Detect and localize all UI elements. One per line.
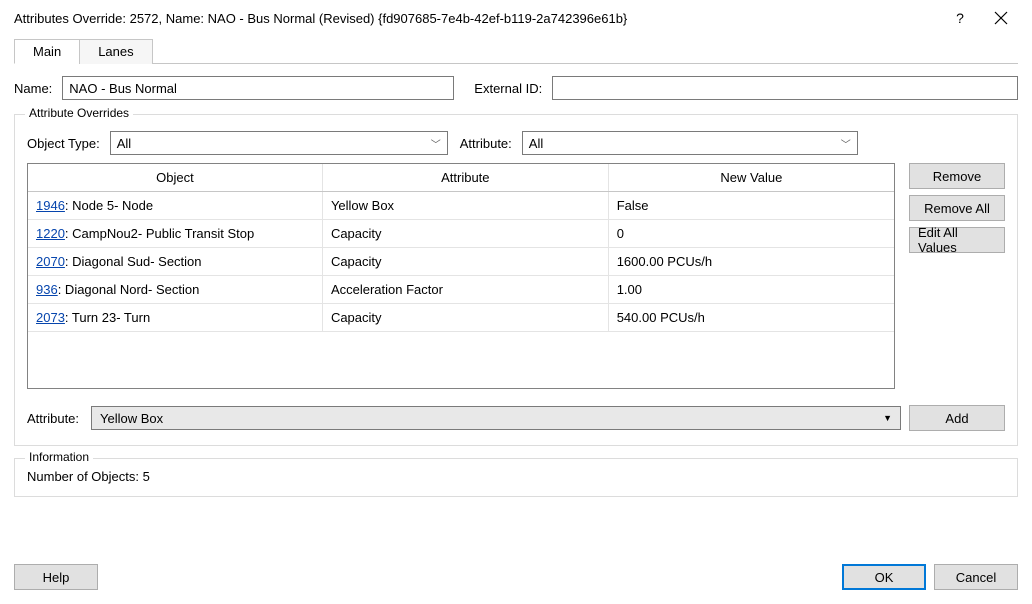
ok-button[interactable]: OK [842,564,926,590]
attribute-select-label: Attribute: [27,411,79,426]
attribute-select-value: Yellow Box [100,411,163,426]
number-of-objects: Number of Objects: 5 [27,469,1005,484]
object-type-value: All [117,136,131,151]
object-id-link[interactable]: 1946 [36,198,65,213]
table-row[interactable]: 1946: Node 5- NodeYellow BoxFalse [28,192,894,220]
cell-new-value: 1600.00 PCUs/h [608,248,894,276]
cell-attribute: Capacity [322,304,608,332]
cell-object: 2070: Diagonal Sud- Section [28,248,322,276]
cell-attribute: Capacity [322,248,608,276]
attribute-select-row: Attribute: Yellow Box ▼ Add [27,405,1005,431]
cell-object: 1220: CampNou2- Public Transit Stop [28,220,322,248]
table-row[interactable]: 936: Diagonal Nord- SectionAcceleration … [28,276,894,304]
object-id-link[interactable]: 1220 [36,226,65,241]
table-region: Object Attribute New Value 1946: Node 5-… [27,163,1005,389]
cell-attribute: Acceleration Factor [322,276,608,304]
table-row[interactable]: 1220: CampNou2- Public Transit StopCapac… [28,220,894,248]
attribute-overrides-legend: Attribute Overrides [25,106,133,120]
chevron-down-icon: ﹀ [841,136,851,151]
window-title: Attributes Override: 2572, Name: NAO - B… [14,11,950,26]
help-button[interactable]: Help [14,564,98,590]
cell-attribute: Capacity [322,220,608,248]
object-id-link[interactable]: 2073 [36,310,65,325]
attribute-filter-value: All [529,136,543,151]
remove-button[interactable]: Remove [909,163,1005,189]
object-id-link[interactable]: 936 [36,282,58,297]
cell-object: 1946: Node 5- Node [28,192,322,220]
object-desc: : Diagonal Nord- Section [58,282,200,297]
footer: Help OK Cancel [0,550,1032,604]
cell-new-value: 540.00 PCUs/h [608,304,894,332]
object-type-combo[interactable]: All ﹀ [110,131,448,155]
object-id-link[interactable]: 2070 [36,254,65,269]
remove-all-button[interactable]: Remove All [909,195,1005,221]
title-controls: ? [950,10,1018,26]
information-group: Information Number of Objects: 5 [14,458,1018,497]
attribute-filter-label: Attribute: [460,136,512,151]
external-id-label: External ID: [474,81,542,96]
cell-object: 936: Diagonal Nord- Section [28,276,322,304]
attribute-overrides-group: Attribute Overrides Object Type: All ﹀ A… [14,114,1018,446]
cell-new-value: 0 [608,220,894,248]
object-desc: : Diagonal Sud- Section [65,254,202,269]
caret-down-icon: ▼ [883,413,892,423]
cell-new-value: False [608,192,894,220]
object-desc: : Turn 23- Turn [65,310,150,325]
content-area: Main Lanes Name: External ID: Attribute … [0,32,1032,550]
tabs: Main Lanes [14,38,1018,64]
tab-lanes[interactable]: Lanes [79,39,152,64]
edit-all-values-button[interactable]: Edit All Values [909,227,1005,253]
name-row: Name: External ID: [14,76,1018,100]
table-row[interactable]: 2073: Turn 23- TurnCapacity540.00 PCUs/h [28,304,894,332]
cell-attribute: Yellow Box [322,192,608,220]
col-attribute[interactable]: Attribute [322,164,608,192]
filter-row: Object Type: All ﹀ Attribute: All ﹀ [27,131,1005,155]
dialog-window: Attributes Override: 2572, Name: NAO - B… [0,0,1032,604]
cell-object: 2073: Turn 23- Turn [28,304,322,332]
table-row[interactable]: 2070: Diagonal Sud- SectionCapacity1600.… [28,248,894,276]
help-icon[interactable]: ? [950,10,970,26]
object-desc: : CampNou2- Public Transit Stop [65,226,254,241]
cancel-button[interactable]: Cancel [934,564,1018,590]
overrides-table: Object Attribute New Value 1946: Node 5-… [28,164,894,332]
attribute-select-combo[interactable]: Yellow Box ▼ [91,406,901,430]
attribute-filter-combo[interactable]: All ﹀ [522,131,858,155]
chevron-down-icon: ﹀ [431,136,441,151]
table-header-row: Object Attribute New Value [28,164,894,192]
object-desc: : Node 5- Node [65,198,153,213]
overrides-table-wrap: Object Attribute New Value 1946: Node 5-… [27,163,895,389]
add-button[interactable]: Add [909,405,1005,431]
col-new-value[interactable]: New Value [608,164,894,192]
num-objects-value: 5 [143,469,150,484]
name-input[interactable] [62,76,454,100]
external-id-input[interactable] [552,76,1018,100]
information-legend: Information [25,450,93,464]
name-label: Name: [14,81,52,96]
num-objects-label: Number of Objects: [27,469,139,484]
side-buttons: Remove Remove All Edit All Values [909,163,1005,389]
close-icon[interactable] [994,11,1014,25]
col-object[interactable]: Object [28,164,322,192]
object-type-label: Object Type: [27,136,100,151]
cell-new-value: 1.00 [608,276,894,304]
tab-main[interactable]: Main [14,39,80,64]
titlebar: Attributes Override: 2572, Name: NAO - B… [0,0,1032,32]
